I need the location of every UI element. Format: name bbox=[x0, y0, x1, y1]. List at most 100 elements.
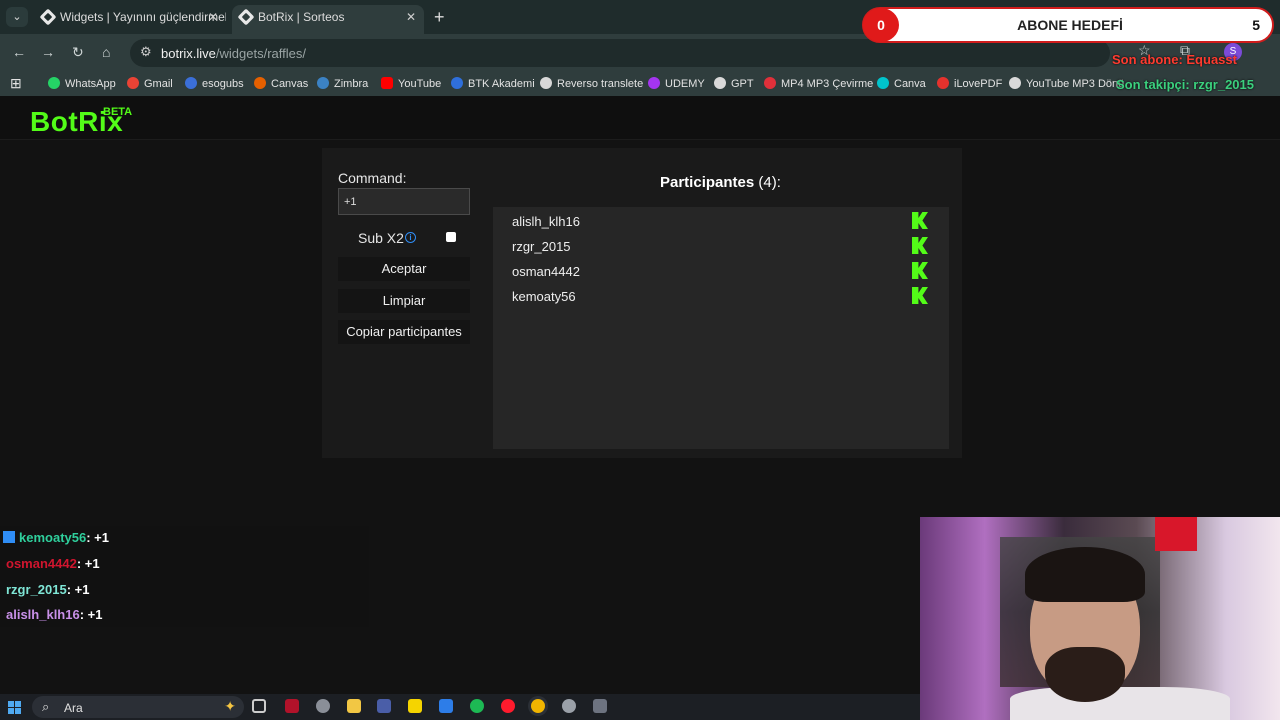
ilovepdf-icon bbox=[937, 77, 949, 89]
bookmark-btk-akademi[interactable]: BTK Akademi bbox=[451, 77, 535, 90]
whatsapp-icon bbox=[48, 77, 60, 89]
copy-participants-button[interactable]: Copiar participantes bbox=[338, 320, 470, 344]
goal-target: 5 bbox=[1252, 17, 1260, 33]
canvas-icon bbox=[254, 77, 266, 89]
youtube-icon bbox=[381, 77, 393, 89]
bookmark-gpt[interactable]: GPT bbox=[714, 77, 754, 90]
apps-grid-icon[interactable]: ⊞ bbox=[10, 75, 22, 92]
app-icon[interactable] bbox=[377, 699, 391, 713]
spotify-icon[interactable] bbox=[470, 699, 484, 713]
opera-icon[interactable] bbox=[501, 699, 515, 713]
bookmark-udemy[interactable]: UDEMY bbox=[648, 77, 705, 90]
taskbar-search[interactable]: ⌕ Ara ✦ bbox=[32, 696, 244, 718]
globe-icon bbox=[1009, 77, 1021, 89]
raffle-panel: Command: Sub X2 i Aceptar Limpiar Copiar… bbox=[322, 148, 962, 458]
kick-icon bbox=[912, 262, 928, 279]
participants-list: alislh_klh16 rzgr_2015 osman4442 kemoaty… bbox=[493, 207, 949, 449]
list-item: alislh_klh16 bbox=[493, 208, 949, 233]
app-icon[interactable] bbox=[285, 699, 299, 713]
sub-x2-checkbox[interactable] bbox=[446, 232, 456, 242]
bookmark-whatsapp[interactable]: WhatsApp bbox=[48, 77, 116, 90]
chrome-icon[interactable] bbox=[531, 699, 545, 713]
canva-icon bbox=[877, 77, 889, 89]
converter-icon bbox=[764, 77, 776, 89]
kick-icon bbox=[912, 287, 928, 304]
address-bar[interactable]: ⚙ botrix.live/widgets/raffles/ bbox=[130, 39, 1110, 67]
openai-icon bbox=[714, 77, 726, 89]
app-icon[interactable] bbox=[562, 699, 576, 713]
home-icon[interactable]: ⌂ bbox=[102, 44, 110, 60]
udemy-icon bbox=[648, 77, 660, 89]
windows-start-icon[interactable] bbox=[8, 701, 21, 714]
webcam-feed bbox=[920, 517, 1280, 720]
bookmark-mp4-mp3[interactable]: MP4 MP3 Çevirme bbox=[764, 77, 873, 90]
chat-message: alislh_klh16: +1 bbox=[6, 607, 103, 622]
search-placeholder: Ara bbox=[64, 701, 83, 715]
close-icon[interactable]: ✕ bbox=[208, 5, 218, 29]
chat-overlay: kemoaty56: +1 osman4442: +1 rzgr_2015: +… bbox=[0, 526, 369, 627]
chat-message: kemoaty56: +1 bbox=[3, 530, 109, 545]
command-label: Command: bbox=[338, 170, 407, 186]
botrix-favicon-icon bbox=[237, 8, 255, 26]
participant-name: alislh_klh16 bbox=[512, 214, 580, 229]
search-icon: ⌕ bbox=[42, 699, 50, 714]
kick-icon bbox=[912, 237, 928, 254]
btk-icon bbox=[451, 77, 463, 89]
bookmarks-bar: ⊞ WhatsApp Gmail esogubs Canvas Zimbra Y… bbox=[0, 72, 1280, 96]
tab-title: BotRix | Sorteos bbox=[258, 10, 345, 24]
chat-message: osman4442: +1 bbox=[6, 556, 100, 571]
tab-title: Widgets | Yayınını güçlendirmek bbox=[60, 10, 226, 24]
taskbar: ⌕ Ara ✦ bbox=[0, 694, 920, 720]
url-text: botrix.live/widgets/raffles/ bbox=[161, 46, 307, 61]
site-header: BotRix BETA bbox=[0, 96, 1280, 140]
bookmark-youtube[interactable]: YouTube bbox=[381, 77, 441, 90]
file-explorer-icon[interactable] bbox=[347, 699, 361, 713]
reverso-icon bbox=[540, 77, 552, 89]
last-follower-text: Son takipçi: rzgr_2015 bbox=[1116, 77, 1254, 92]
bookmark-youtube-mp3[interactable]: YouTube MP3 Dönü bbox=[1009, 77, 1124, 90]
command-input[interactable] bbox=[338, 188, 470, 215]
bookmark-canvas[interactable]: Canvas bbox=[254, 77, 308, 90]
google-icon bbox=[127, 77, 139, 89]
list-item: rzgr_2015 bbox=[493, 233, 949, 258]
chat-message: rzgr_2015: +1 bbox=[6, 582, 90, 597]
accept-button[interactable]: Aceptar bbox=[338, 257, 470, 281]
site-info-icon[interactable]: ⚙ bbox=[140, 44, 152, 60]
task-view-icon[interactable] bbox=[252, 699, 266, 713]
app-icon[interactable] bbox=[593, 699, 607, 713]
bookmark-ilovepdf[interactable]: iLovePDF bbox=[937, 77, 1002, 90]
app-icon[interactable] bbox=[439, 699, 453, 713]
copilot-sparkle-icon: ✦ bbox=[224, 698, 236, 714]
close-icon[interactable]: ✕ bbox=[406, 5, 416, 29]
bookmark-canva[interactable]: Canva bbox=[877, 77, 926, 90]
participant-name: rzgr_2015 bbox=[512, 239, 571, 254]
new-tab-button[interactable]: + bbox=[434, 7, 445, 28]
back-icon[interactable]: ← bbox=[12, 44, 26, 60]
list-item: kemoaty56 bbox=[493, 283, 949, 308]
sticky-notes-icon[interactable] bbox=[408, 699, 422, 713]
tab-widgets[interactable]: Widgets | Yayınını güçlendirmek ✕ bbox=[34, 5, 226, 34]
tab-botrix-sorteos[interactable]: BotRix | Sorteos ✕ bbox=[232, 5, 424, 34]
beta-badge: BETA bbox=[103, 106, 133, 118]
kick-icon bbox=[912, 212, 928, 229]
bookmark-zimbra[interactable]: Zimbra bbox=[317, 77, 368, 90]
forward-icon[interactable]: → bbox=[41, 44, 55, 60]
goal-title: ABONE HEDEFİ bbox=[1017, 17, 1123, 33]
settings-icon[interactable] bbox=[316, 699, 330, 713]
tab-search-button[interactable]: ⌄ bbox=[6, 7, 28, 27]
botrix-favicon-icon bbox=[39, 8, 57, 26]
subscriber-goal-widget: 0 ABONE HEDEFİ 5 bbox=[862, 7, 1274, 43]
info-icon[interactable]: i bbox=[405, 232, 416, 243]
zimbra-icon bbox=[317, 77, 329, 89]
clear-button[interactable]: Limpiar bbox=[338, 289, 470, 313]
bookmark-esogubs[interactable]: esogubs bbox=[185, 77, 244, 90]
esogubs-icon bbox=[185, 77, 197, 89]
sub-x2-label: Sub X2 bbox=[358, 230, 404, 246]
last-subscriber-text: Son abone: Equasst bbox=[1112, 52, 1237, 67]
participants-count: (4): bbox=[758, 174, 781, 191]
participants-title: Participantes (4): bbox=[660, 174, 781, 191]
bookmark-gmail[interactable]: Gmail bbox=[127, 77, 173, 90]
list-item: osman4442 bbox=[493, 258, 949, 283]
reload-icon[interactable]: ↻ bbox=[72, 44, 84, 61]
bookmark-reverso[interactable]: Reverso translete bbox=[540, 77, 643, 90]
